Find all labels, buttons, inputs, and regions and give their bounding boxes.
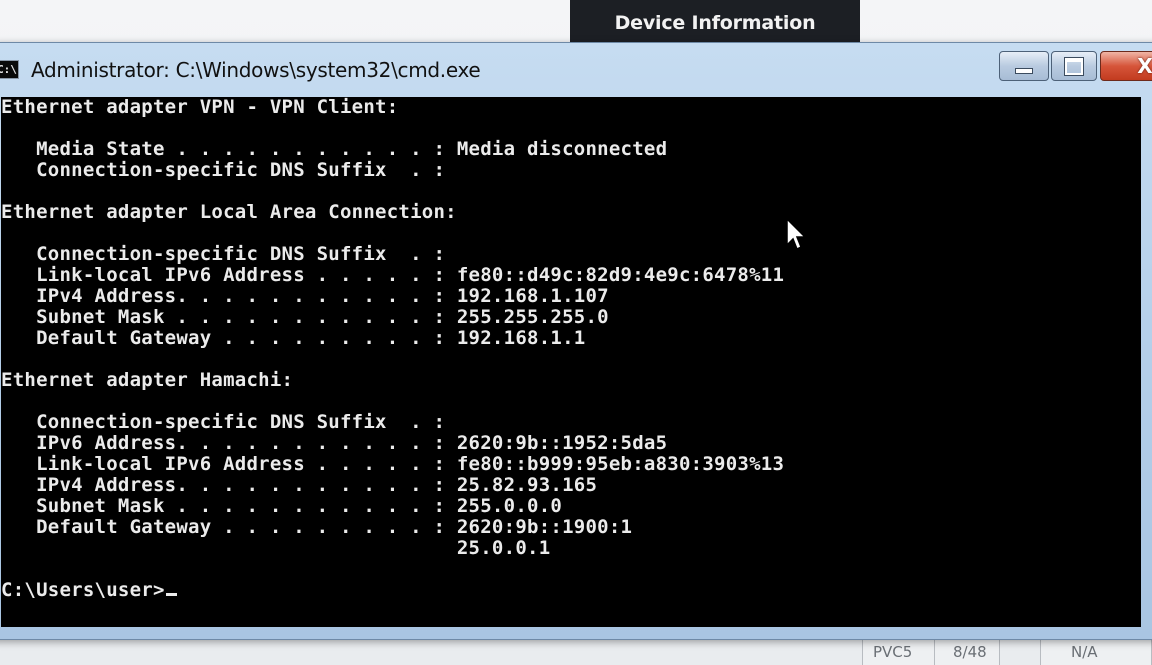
console-line: Ethernet adapter Hamachi: — [1, 369, 294, 391]
status-cell-1: PVC5 — [862, 640, 936, 665]
console-line: Connection-specific DNS Suffix . : — [1, 411, 446, 433]
status-cell-2: 8/48 — [934, 640, 1000, 665]
console-line: Media State . . . . . . . . . . . : Medi… — [1, 138, 668, 160]
minimize-button[interactable] — [999, 51, 1049, 81]
device-information-panel: Device Information — [570, 0, 860, 44]
console-line: IPv4 Address. . . . . . . . . . . : 192.… — [1, 285, 609, 307]
console-line: IPv4 Address. . . . . . . . . . . : 25.8… — [1, 474, 598, 496]
cmd-icon[interactable]: C:\ — [0, 60, 19, 79]
console-line: Subnet Mask . . . . . . . . . . . : 255.… — [1, 306, 609, 328]
status-cell-2-text: 8/48 — [953, 643, 987, 661]
console-area[interactable]: Ethernet adapter VPN - VPN Client: Media… — [1, 97, 1141, 627]
console-line: Connection-specific DNS Suffix . : — [1, 159, 446, 181]
desktop: Device Information PVC5 8/48 N/A C:\ Adm… — [0, 0, 1152, 665]
console-line: Connection-specific DNS Suffix . : — [1, 243, 446, 265]
console-line: Link-local IPv6 Address . . . . . : fe80… — [1, 264, 785, 286]
console-line: 25.0.0.1 — [1, 537, 551, 559]
maximize-icon — [1064, 56, 1084, 76]
close-icon: X — [1137, 54, 1152, 78]
status-cell-3-text: N/A — [1071, 643, 1098, 661]
console-line: Ethernet adapter Local Area Connection: — [1, 201, 457, 223]
console-line: IPv6 Address. . . . . . . . . . . : 2620… — [1, 432, 668, 454]
console-prompt-line[interactable]: C:\Users\user> — [1, 580, 177, 601]
window-title: Administrator: C:\Windows\system32\cmd.e… — [31, 58, 481, 82]
text-cursor — [165, 593, 177, 596]
window-titlebar[interactable]: C:\ Administrator: C:\Windows\system32\c… — [0, 43, 1152, 97]
device-information-title: Device Information — [614, 12, 816, 34]
mouse-pointer-icon — [786, 218, 807, 251]
console-line: Ethernet adapter VPN - VPN Client: — [1, 97, 399, 118]
maximize-button[interactable] — [1051, 51, 1097, 81]
minimize-icon — [1015, 68, 1033, 74]
close-button[interactable]: X — [1100, 51, 1152, 81]
console-line: Default Gateway . . . . . . . . . : 192.… — [1, 327, 586, 349]
console-line: Subnet Mask . . . . . . . . . . . : 255.… — [1, 495, 563, 517]
status-cell-1-text: PVC5 — [873, 643, 913, 661]
console-prompt: C:\Users\user> — [1, 579, 165, 601]
console-line: Default Gateway . . . . . . . . . : 2620… — [1, 516, 633, 538]
cmd-window[interactable]: C:\ Administrator: C:\Windows\system32\c… — [0, 42, 1152, 640]
status-cell-3: N/A — [1040, 640, 1152, 665]
console-line: Link-local IPv6 Address . . . . . : fe80… — [1, 453, 785, 475]
